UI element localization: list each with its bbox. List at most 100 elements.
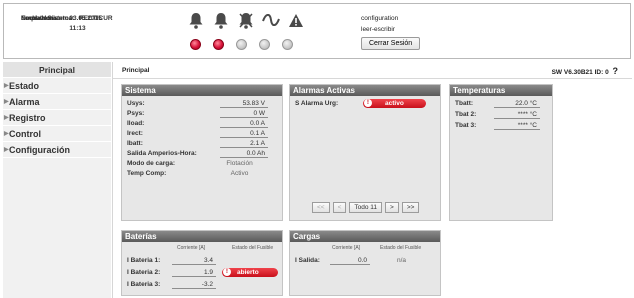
temp-row-label: Tbatt: bbox=[455, 100, 474, 107]
sistema-row-label: Ibatt: bbox=[127, 140, 143, 147]
psys-value: 0 W bbox=[220, 109, 268, 118]
temp-row-label: Tbat 3: bbox=[455, 122, 477, 129]
sidebar-item-label: Configuración bbox=[9, 145, 70, 155]
pager-first-button[interactable]: << bbox=[312, 202, 330, 213]
alert-icon: ! bbox=[364, 99, 372, 107]
pager-last-button[interactable]: >> bbox=[401, 202, 420, 213]
alarmas-panel: Alarmas Activas S Alarma Urg: ! activo <… bbox=[289, 84, 441, 221]
tbat2-value: **** °C bbox=[494, 110, 540, 119]
panel-title: Alarmas Activas bbox=[290, 85, 440, 96]
help-icon[interactable]: ? bbox=[613, 66, 619, 76]
datetime-label: Fecha/Hora: bbox=[21, 15, 59, 22]
charge-mode-value: Flotación bbox=[226, 160, 253, 167]
chevron-right-icon: ▶ bbox=[4, 131, 9, 137]
main-content: Principal SW V6.30B21 ID: 0 ? Sistema Us… bbox=[112, 62, 632, 298]
bell-muted-icon bbox=[236, 10, 255, 30]
sistema-row-label: Iload: bbox=[127, 120, 145, 127]
panel-title: Baterías bbox=[122, 231, 282, 242]
ac-wave-icon bbox=[261, 10, 280, 30]
fuse-status-text: abierto bbox=[237, 269, 259, 276]
breadcrumb: Principal bbox=[122, 67, 150, 74]
iload-value: 0.0 A bbox=[220, 119, 268, 128]
sidebar-item-label: Registro bbox=[9, 113, 46, 123]
alert-icon: ! bbox=[223, 268, 231, 276]
breadcrumb-bar: Principal SW V6.30B21 ID: 0 ? bbox=[113, 62, 632, 79]
sidebar-item-configuracion[interactable]: ▶ Configuración bbox=[3, 142, 111, 158]
output-current: 0.0 bbox=[330, 256, 370, 265]
temperaturas-panel: Temperaturas Tbatt: 22.0 °C Tbat 2: ****… bbox=[449, 84, 553, 221]
pager-prev-button[interactable]: < bbox=[332, 202, 347, 213]
user-info: configuration leer-escribir Cerrar Sesió… bbox=[361, 13, 421, 50]
sidebar: Principal ▶ Estado ▶ Alarma ▶ Registro ▶ Con… bbox=[3, 62, 111, 298]
sidebar-item-label: Control bbox=[9, 129, 41, 139]
header-bar: Nombre Sistema: F. Emplazamiento: RECTICUR… bbox=[3, 3, 631, 59]
status-led bbox=[190, 39, 201, 50]
sistema-row-label: Salida Amperios-Hora: bbox=[127, 150, 197, 157]
sidebar-item-alarma[interactable]: ▶ Alarma bbox=[3, 94, 111, 110]
status-led bbox=[236, 39, 247, 50]
user-role: configuration bbox=[361, 15, 399, 22]
version-info: SW V6.30B21 ID: 0 ? bbox=[552, 66, 618, 76]
sidebar-item-principal[interactable]: Principal bbox=[3, 62, 111, 78]
temp-comp-value: Activo bbox=[230, 170, 249, 177]
sidebar-item-label: Alarma bbox=[9, 97, 40, 107]
warning-icon bbox=[286, 10, 305, 30]
urgent-alarm-status[interactable]: ! activo bbox=[363, 99, 426, 108]
battery-3-current: -3.2 bbox=[172, 280, 216, 289]
irect-value: 0.1 A bbox=[220, 129, 268, 138]
sistema-row-label: Modo de carga: bbox=[127, 160, 176, 167]
urgent-alarm-label: S Alarma Urg: bbox=[295, 100, 339, 107]
sidebar-item-registro[interactable]: ▶ Registro bbox=[3, 110, 111, 126]
amp-hours-value: 0.0 Ah bbox=[220, 149, 268, 158]
current-column-header: Corriente [A] bbox=[177, 245, 206, 251]
alarm-pager: << < Todo 11 > >> bbox=[312, 202, 420, 213]
sistema-row-label: Psys: bbox=[127, 110, 145, 117]
battery-2-fuse-status[interactable]: ! abierto bbox=[222, 268, 278, 277]
status-leds bbox=[190, 39, 293, 50]
battery-row-label: I Bateria 3: bbox=[127, 281, 161, 288]
battery-2-current: 1.9 bbox=[172, 268, 216, 277]
fuse-column-header: Estado del Fusible bbox=[380, 245, 422, 251]
chevron-right-icon: ▶ bbox=[4, 147, 9, 153]
sistema-row-label: Usys: bbox=[127, 100, 145, 107]
bell-icon bbox=[186, 10, 205, 30]
fuse-column-header: Estado del Fusible bbox=[232, 245, 274, 251]
alarm-icon-strip bbox=[186, 10, 305, 30]
chevron-right-icon: ▶ bbox=[4, 115, 9, 121]
panel-title: Cargas bbox=[290, 231, 440, 242]
sidebar-item-estado[interactable]: ▶ Estado bbox=[3, 78, 111, 94]
pager-all-button[interactable]: Todo 11 bbox=[349, 202, 383, 213]
sistema-row-label: Irect: bbox=[127, 130, 143, 137]
output-row-label: I Salida: bbox=[295, 257, 320, 264]
sistema-panel: Sistema Usys: 53.83 V Psys: 0 W Iload: 0… bbox=[121, 84, 283, 221]
datetime-value: 03.05.2015 11:13 bbox=[69, 15, 102, 32]
current-column-header: Corriente [A] bbox=[332, 245, 361, 251]
battery-row-label: I Bateria 1: bbox=[127, 257, 161, 264]
cargas-panel: Cargas Corriente [A] Estado del Fusible … bbox=[289, 230, 441, 296]
panel-title: Sistema bbox=[122, 85, 282, 96]
user-access: leer-escribir bbox=[361, 26, 395, 33]
usys-value: 53.83 V bbox=[220, 99, 268, 108]
ibatt-value: 2.1 A bbox=[220, 139, 268, 148]
pager-next-button[interactable]: > bbox=[385, 202, 399, 213]
device-id: ID: 0 bbox=[594, 69, 609, 76]
software-version: SW V6.30B21 bbox=[551, 69, 593, 76]
sidebar-item-label: Estado bbox=[9, 81, 40, 91]
status-led bbox=[259, 39, 270, 50]
tbatt-value: 22.0 °C bbox=[494, 99, 540, 108]
status-led bbox=[213, 39, 224, 50]
tbat3-value: **** °C bbox=[494, 121, 540, 130]
battery-1-current: 3.4 bbox=[172, 256, 216, 265]
sistema-row-label: Temp Comp: bbox=[127, 170, 167, 177]
bell-icon bbox=[211, 10, 230, 30]
chevron-right-icon: ▶ bbox=[4, 99, 9, 105]
panel-title: Temperaturas bbox=[450, 85, 552, 96]
output-fuse-status: n/a bbox=[396, 257, 407, 264]
chevron-right-icon: ▶ bbox=[4, 83, 9, 89]
alarm-status-text: activo bbox=[385, 100, 404, 107]
battery-row-label: I Bateria 2: bbox=[127, 269, 161, 276]
logout-button[interactable]: Cerrar Sesión bbox=[361, 37, 421, 50]
sidebar-item-control[interactable]: ▶ Control bbox=[3, 126, 111, 142]
status-led bbox=[282, 39, 293, 50]
temp-row-label: Tbat 2: bbox=[455, 111, 477, 118]
